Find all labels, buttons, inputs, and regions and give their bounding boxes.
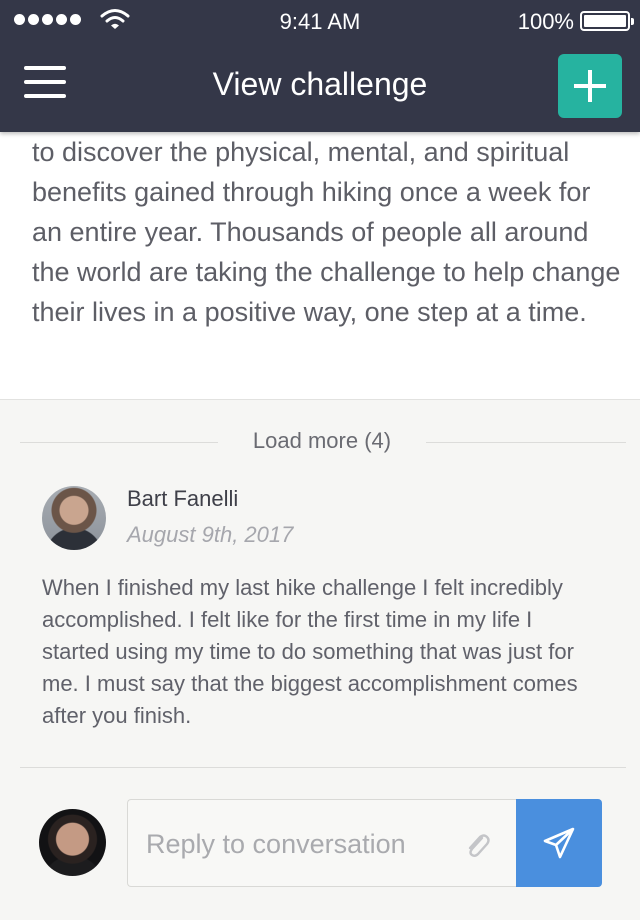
divider [20,767,626,768]
paperclip-icon[interactable] [462,830,492,860]
comment-text: When I finished my last hike challenge I… [42,575,578,728]
current-user-avatar [39,809,106,876]
reply-input[interactable] [146,824,456,864]
battery-percent: 100% [517,9,574,34]
challenge-description-card: to discover the physical, mental, and sp… [0,132,640,400]
avatar[interactable] [42,486,106,550]
page-title: View challenge [212,66,428,102]
send-button[interactable] [516,799,602,887]
load-more-button[interactable]: Load more (4) [218,428,426,454]
challenge-description: to discover the physical, mental, and sp… [32,137,621,327]
add-button[interactable] [558,54,622,118]
send-icon [543,827,575,859]
comment-date: August 9th, 2017 [127,522,294,547]
battery-icon [580,11,634,31]
reply-box [127,799,517,887]
comment-author[interactable]: Bart Fanelli [127,486,238,512]
status-bar: 9:41 AM 100% [0,0,640,44]
load-more-row: Load more (4) [20,424,626,460]
top-bar: 9:41 AM 100% View challenge [0,0,640,132]
